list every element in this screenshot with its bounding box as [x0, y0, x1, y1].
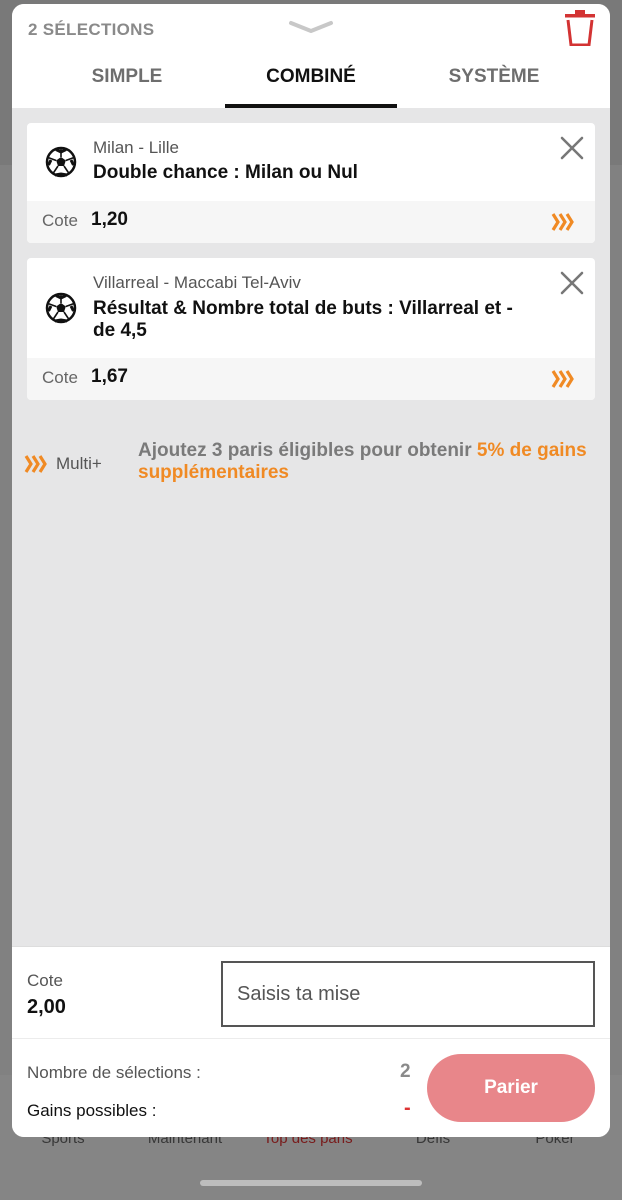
boost-chevrons-icon: [551, 370, 574, 388]
boost-chevrons-icon: [24, 455, 47, 473]
bet-card: Milan - Lille Double chance : Milan ou N…: [27, 123, 595, 243]
bet-slip-modal: 2 SÉLECTIONS SIMPLE COMBINÉ SYSTÈME Mila…: [12, 4, 610, 1137]
bet-type-tabs: SIMPLE COMBINÉ SYSTÈME: [12, 60, 610, 108]
total-cote-label: Cote: [27, 971, 63, 990]
match-name: Milan - Lille: [93, 138, 179, 157]
odds-row: Cote 1,20: [27, 201, 595, 243]
active-tab-indicator: [225, 104, 397, 108]
trash-icon[interactable]: [564, 10, 596, 46]
multi-plus-label: Multi+: [56, 454, 102, 473]
potential-gains-value: -: [404, 1097, 411, 1119]
tab-simple[interactable]: SIMPLE: [42, 66, 212, 88]
bet-card: Villarreal - Maccabi Tel-Aviv Résultat &…: [27, 258, 595, 400]
odds-row: Cote 1,67: [27, 358, 595, 400]
promo-text: Ajoutez 3 paris éligibles pour obtenir 5…: [138, 440, 608, 484]
place-bet-button[interactable]: Parier: [427, 1054, 595, 1122]
soccer-ball-icon: [45, 292, 77, 324]
cote-label: Cote: [42, 368, 78, 387]
cote-value: 1,67: [91, 366, 128, 387]
bet-summary: Nombre de sélections : 2 Gains possibles…: [12, 1038, 610, 1137]
selections-count-value: 2: [400, 1061, 411, 1082]
close-icon[interactable]: [559, 270, 585, 296]
promo-message: Ajoutez 3 paris éligibles pour obtenir: [138, 440, 477, 461]
multi-plus-promo: Multi+ Ajoutez 3 paris éligibles pour ob…: [24, 440, 604, 500]
close-icon[interactable]: [559, 135, 585, 161]
soccer-ball-icon: [45, 146, 77, 178]
stake-area: Cote 2,00: [12, 946, 610, 1038]
stake-input[interactable]: [221, 961, 595, 1027]
cote-label: Cote: [42, 211, 78, 230]
selection-count: 2 SÉLECTIONS: [28, 20, 155, 39]
bet-market: Résultat & Nombre total de buts : Villar…: [93, 298, 513, 341]
total-cote-value: 2,00: [27, 996, 66, 1018]
selections-count-label: Nombre de sélections :: [27, 1063, 201, 1082]
potential-gains-label: Gains possibles :: [27, 1101, 157, 1120]
tab-systeme[interactable]: SYSTÈME: [409, 66, 579, 88]
match-name: Villarreal - Maccabi Tel-Aviv: [93, 273, 301, 292]
bet-market: Double chance : Milan ou Nul: [93, 162, 358, 183]
tab-combine[interactable]: COMBINÉ: [226, 66, 396, 88]
home-indicator: [200, 1180, 422, 1186]
boost-chevrons-icon: [551, 213, 574, 231]
bet-slip-header: 2 SÉLECTIONS SIMPLE COMBINÉ SYSTÈME: [12, 4, 610, 108]
cote-value: 1,20: [91, 209, 128, 230]
chevron-down-icon[interactable]: [288, 20, 334, 34]
